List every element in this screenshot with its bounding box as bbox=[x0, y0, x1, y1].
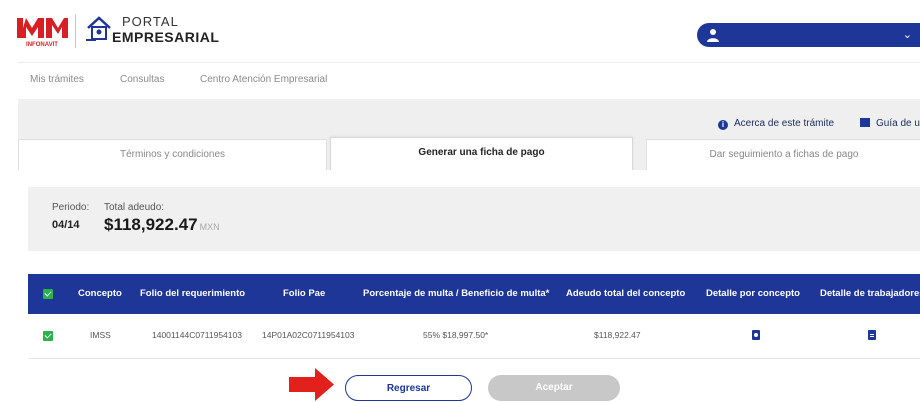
cell-adeudo: $118,922.47 bbox=[594, 330, 641, 340]
app-header: INFONAVIT PORTAL EMPRESARIAL ⌄ bbox=[0, 0, 920, 62]
cell-folio-pae: 14P01A02C0711954103 bbox=[262, 330, 355, 340]
row-checkbox[interactable] bbox=[43, 331, 53, 341]
infonavit-logo[interactable]: INFONAVIT bbox=[14, 14, 70, 48]
document-icon[interactable] bbox=[868, 330, 876, 340]
column-header-folio-pae: Folio Pae bbox=[283, 288, 326, 299]
tab-terminos[interactable]: Términos y condiciones bbox=[18, 139, 327, 171]
about-link-label: Acerca de este trámite bbox=[734, 118, 835, 129]
main-nav: Mis trámites Consultas Centro Atención E… bbox=[18, 62, 920, 100]
total-value: $118,922.47 bbox=[104, 215, 198, 234]
nav-item-consultas[interactable]: Consultas bbox=[120, 74, 164, 85]
guide-link-label: Guía de u bbox=[876, 118, 920, 129]
select-all-checkbox[interactable] bbox=[43, 289, 53, 299]
logo-divider bbox=[75, 14, 76, 48]
portal-title-line1: PORTAL bbox=[122, 14, 179, 29]
user-icon bbox=[707, 29, 719, 42]
column-header-folio-requerimiento: Folio del requerimiento bbox=[140, 288, 246, 299]
cell-concepto: IMSS bbox=[90, 330, 111, 340]
table-header: Concepto Folio del requerimiento Folio P… bbox=[28, 274, 920, 314]
portal-title-line2: EMPRESARIAL bbox=[112, 29, 220, 45]
logo-caption: INFONAVIT bbox=[26, 42, 58, 48]
cell-porcentaje: 55% $18,997.50* bbox=[423, 330, 489, 340]
tab-dar-seguimiento[interactable]: Dar seguimiento a fichas de pago bbox=[646, 139, 920, 171]
column-header-detalle-concepto: Detalle por concepto bbox=[706, 288, 800, 299]
column-header-adeudo: Adeudo total del concepto bbox=[566, 288, 686, 299]
guide-link[interactable]: Guía de u bbox=[860, 118, 920, 129]
cell-folio-requerimiento: 14001144C0711954103 bbox=[152, 330, 242, 340]
book-icon bbox=[860, 118, 870, 127]
nav-item-centro-atencion[interactable]: Centro Atención Empresarial bbox=[200, 74, 327, 85]
accept-button[interactable]: Aceptar bbox=[488, 375, 620, 401]
tab-generar-ficha[interactable]: Generar una ficha de pago bbox=[330, 137, 633, 172]
periodo-value: 04/14 bbox=[52, 219, 80, 231]
total-label: Total adeudo: bbox=[104, 202, 165, 213]
column-header-concepto: Concepto bbox=[78, 288, 122, 299]
document-search-icon[interactable] bbox=[752, 330, 760, 340]
portal-house-icon bbox=[86, 16, 111, 41]
about-link[interactable]: i Acerca de este trámite bbox=[718, 118, 834, 130]
info-icon: i bbox=[718, 120, 728, 130]
nav-item-mis-tramites[interactable]: Mis trámites bbox=[30, 74, 84, 85]
chevron-down-icon: ⌄ bbox=[902, 29, 912, 41]
arrow-right-icon bbox=[289, 368, 334, 401]
total-amount: $118,922.47 MXN bbox=[104, 215, 220, 235]
user-menu[interactable]: ⌄ bbox=[697, 23, 920, 47]
column-header-porcentaje: Porcentaje de multa / Beneficio de multa… bbox=[363, 288, 550, 299]
column-header-detalle-trabajadores: Detalle de trabajadores bbox=[820, 288, 920, 299]
periodo-label: Periodo: bbox=[52, 202, 90, 213]
back-button[interactable]: Regresar bbox=[345, 375, 472, 401]
currency-label: MXN bbox=[199, 222, 220, 232]
